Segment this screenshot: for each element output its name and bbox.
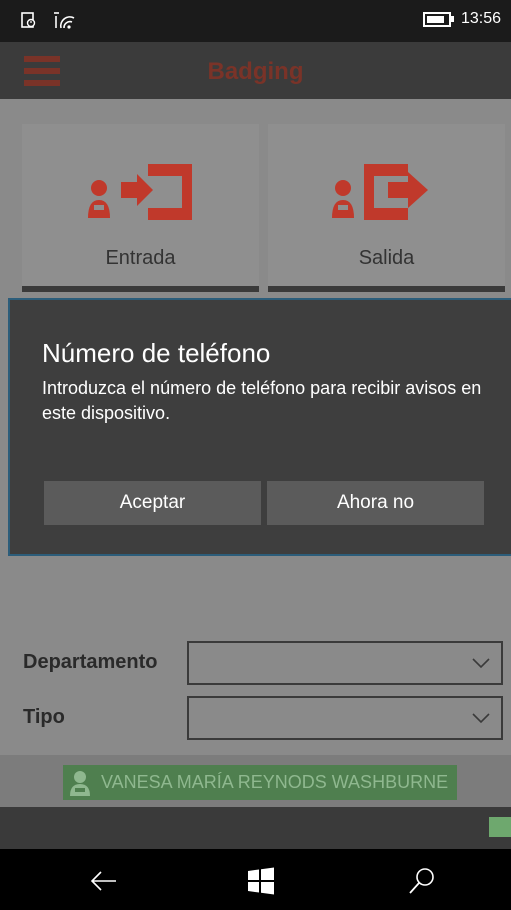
status-icons-left (20, 10, 78, 34)
accept-button[interactable]: Aceptar (44, 481, 261, 525)
user-bar: VANESA MARÍA REYNODS WASHBURNE (0, 755, 511, 807)
entry-tile-button[interactable]: Entrada (22, 124, 259, 292)
bottom-strip (0, 807, 511, 849)
user-name: VANESA MARÍA REYNODS WASHBURNE (101, 772, 449, 792)
windows-start-icon[interactable] (245, 865, 277, 897)
app-bar: Badging (0, 42, 511, 99)
wifi-icon (52, 10, 78, 34)
app-title: Badging (207, 58, 304, 85)
type-select[interactable] (187, 696, 503, 740)
chevron-down-icon (472, 658, 490, 669)
clock: 13:56 (460, 10, 501, 27)
type-label: Tipo (23, 706, 65, 728)
dialog-title: Número de teléfono (42, 338, 271, 368)
user-chip: VANESA MARÍA REYNODS WASHBURNE (63, 765, 457, 800)
navigation-bar (0, 849, 511, 910)
entry-label: Entrada (105, 247, 176, 269)
department-row: Departamento (0, 641, 511, 686)
exit-tile-button[interactable]: Salida (268, 124, 505, 292)
not-now-button[interactable]: Ahora no (267, 481, 484, 525)
chevron-down-icon (472, 713, 490, 724)
dialog-message: Introduzca el número de teléfono para re… (42, 378, 482, 423)
status-icons-right: 13:56 (422, 10, 501, 28)
exit-label: Salida (358, 247, 415, 269)
phone-number-dialog: Número de teléfono Introduzca el número … (8, 298, 511, 556)
user-icon (70, 770, 90, 796)
phone-call-icon (20, 11, 38, 33)
type-row: Tipo (0, 696, 511, 741)
person-exit-door-icon (268, 158, 505, 228)
battery-icon (422, 11, 454, 27)
status-bar: 13:56 (0, 0, 511, 42)
back-arrow-icon[interactable] (88, 865, 120, 897)
person-enter-door-icon (22, 158, 259, 228)
search-icon[interactable] (406, 865, 438, 897)
department-label: Departamento (23, 651, 158, 673)
status-indicator (489, 817, 511, 837)
department-select[interactable] (187, 641, 503, 685)
